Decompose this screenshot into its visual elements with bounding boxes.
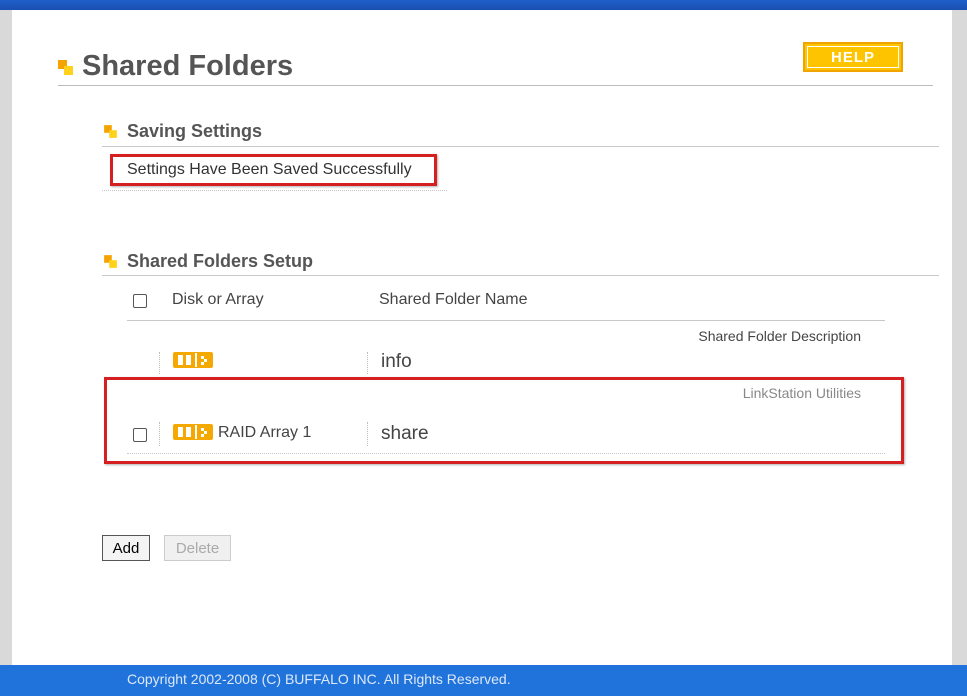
saving-divider — [102, 146, 939, 147]
section-bullet-icon — [104, 125, 117, 138]
help-button[interactable]: HELP — [803, 42, 903, 72]
title-bullet-icon — [58, 60, 73, 75]
footer: Copyright 2002-2008 (C) BUFFALO INC. All… — [0, 665, 967, 696]
section-bullet-icon — [104, 255, 117, 268]
folder-name-link[interactable]: share — [381, 423, 429, 445]
disk-icon — [173, 424, 213, 440]
page-title: Shared Folders — [82, 50, 294, 82]
setup-title: Shared Folders Setup — [127, 251, 314, 271]
delete-button[interactable]: Delete — [164, 535, 231, 561]
select-all-checkbox[interactable] — [133, 294, 147, 308]
column-separator — [159, 422, 160, 446]
row-dotted-divider — [127, 453, 885, 454]
row-checkbox[interactable] — [133, 428, 147, 442]
row-description: LinkStation Utilities — [742, 385, 861, 401]
column-separator — [367, 352, 368, 374]
disk-name: RAID Array 1 — [218, 424, 312, 441]
copyright-text: Copyright 2002-2008 (C) BUFFALO INC. All… — [127, 671, 511, 687]
folder-name-link[interactable]: info — [381, 351, 412, 373]
add-button[interactable]: Add — [102, 535, 150, 561]
disk-icon — [173, 352, 213, 368]
save-status-text: Settings Have Been Saved Successfully — [127, 161, 412, 178]
header-divider — [127, 320, 885, 321]
column-header-disk: Disk or Array — [172, 291, 264, 308]
save-status-message: Settings Have Been Saved Successfully — [110, 154, 437, 186]
saving-settings-title: Saving Settings — [127, 121, 263, 141]
column-separator — [367, 422, 368, 446]
top-bar — [0, 0, 967, 10]
column-separator — [159, 352, 160, 374]
column-header-name: Shared Folder Name — [379, 291, 528, 308]
setup-divider — [102, 275, 939, 276]
saving-dotted-divider — [102, 190, 447, 191]
row-description: Shared Folder Description — [698, 328, 861, 344]
title-divider — [58, 85, 933, 86]
